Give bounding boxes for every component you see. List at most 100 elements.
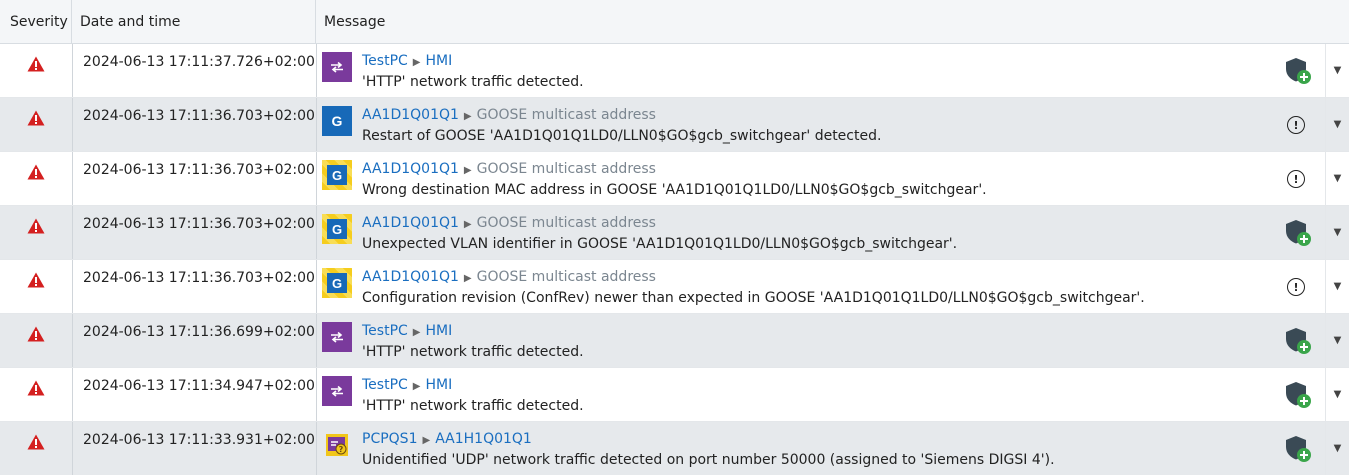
info-circle-icon[interactable]: ! xyxy=(1287,170,1305,188)
shield-add-icon[interactable] xyxy=(1283,218,1313,248)
shield-add-icon[interactable] xyxy=(1283,380,1313,410)
source-link[interactable]: TestPC xyxy=(362,53,408,69)
table-row[interactable]: 2024-06-13 17:11:36.699+02:00 TestPC ▶ HMI… xyxy=(0,314,1349,368)
column-header-message[interactable]: Message xyxy=(316,0,1349,43)
goose-warning-icon: G xyxy=(322,214,352,244)
source-link[interactable]: AA1D1Q01Q1 xyxy=(362,107,459,123)
expand-row-button[interactable]: ▼ xyxy=(1325,314,1349,367)
destination-link[interactable]: HMI xyxy=(426,377,453,393)
expand-row-button[interactable]: ▼ xyxy=(1325,44,1349,97)
severity-cell xyxy=(0,260,72,313)
message-text: 'HTTP' network traffic detected. xyxy=(362,398,584,414)
connection-path: AA1D1Q01Q1 ▶ GOOSE multicast address xyxy=(362,268,1145,288)
table-body: 2024-06-13 17:11:37.726+02:00 TestPC ▶ HMI… xyxy=(0,44,1349,475)
message-cell: G AA1D1Q01Q1 ▶ GOOSE multicast address Wro… xyxy=(316,152,1349,205)
right-triangle-icon: ▶ xyxy=(463,273,472,284)
connection-path: TestPC ▶ HMI xyxy=(362,376,584,396)
source-link[interactable]: AA1D1Q01Q1 xyxy=(362,161,459,177)
destination-link[interactable]: HMI xyxy=(426,323,453,339)
message-texts: TestPC ▶ HMI 'HTTP' network traffic detect… xyxy=(362,368,584,421)
table-header: Severity Date and time Message xyxy=(0,0,1349,44)
info-circle-icon[interactable]: ! xyxy=(1287,116,1305,134)
event-log-table: Severity Date and time Message 2024-06-1… xyxy=(0,0,1349,475)
chevron-down-icon: ▼ xyxy=(1333,443,1342,454)
connection-path: PCPQS1 ▶ AA1H1Q01Q1 xyxy=(362,430,1055,450)
message-cell: G AA1D1Q01Q1 ▶ GOOSE multicast address Res… xyxy=(316,98,1349,151)
chevron-down-icon: ▼ xyxy=(1333,173,1342,184)
destination-link: GOOSE multicast address xyxy=(476,215,656,231)
right-triangle-icon: ▶ xyxy=(463,219,472,230)
source-link[interactable]: TestPC xyxy=(362,323,408,339)
timestamp-cell: 2024-06-13 17:11:36.703+02:00 xyxy=(72,98,316,151)
connection-path: TestPC ▶ HMI xyxy=(362,322,584,342)
column-header-severity[interactable]: Severity xyxy=(0,0,72,43)
chevron-down-icon: ▼ xyxy=(1333,281,1342,292)
severity-cell xyxy=(0,422,72,475)
table-row[interactable]: 2024-06-13 17:11:33.931+02:00 ? PCPQS1 ▶ A… xyxy=(0,422,1349,475)
severity-cell xyxy=(0,314,72,367)
message-cell: ? PCPQS1 ▶ AA1H1Q01Q1 Unidentified 'UDP' n… xyxy=(316,422,1349,475)
message-text: Wrong destination MAC address in GOOSE '… xyxy=(362,182,987,198)
message-cell: G AA1D1Q01Q1 ▶ GOOSE multicast address Con… xyxy=(316,260,1349,313)
table-row[interactable]: 2024-06-13 17:11:36.703+02:00 G AA1D1Q01… xyxy=(0,206,1349,260)
source-link[interactable]: AA1D1Q01Q1 xyxy=(362,269,459,285)
expand-row-button[interactable]: ▼ xyxy=(1325,260,1349,313)
table-row[interactable]: 2024-06-13 17:11:36.703+02:00 G AA1D1Q01… xyxy=(0,260,1349,314)
right-triangle-icon: ▶ xyxy=(422,435,431,446)
message-texts: AA1D1Q01Q1 ▶ GOOSE multicast address Wrong… xyxy=(362,152,987,205)
destination-link: GOOSE multicast address xyxy=(476,269,656,285)
chevron-down-icon: ▼ xyxy=(1333,389,1342,400)
source-link[interactable]: AA1D1Q01Q1 xyxy=(362,215,459,231)
svg-text:?: ? xyxy=(339,445,344,454)
message-cell: TestPC ▶ HMI 'HTTP' network traffic detect… xyxy=(316,368,1349,421)
severity-cell xyxy=(0,44,72,97)
warning-triangle-icon xyxy=(27,434,45,475)
column-header-date-time[interactable]: Date and time xyxy=(72,0,316,43)
right-triangle-icon: ▶ xyxy=(412,327,421,338)
message-texts: AA1D1Q01Q1 ▶ GOOSE multicast address Confi… xyxy=(362,260,1145,313)
right-triangle-icon: ▶ xyxy=(463,165,472,176)
source-link[interactable]: TestPC xyxy=(362,377,408,393)
table-row[interactable]: 2024-06-13 17:11:36.703+02:00 G AA1D1Q01… xyxy=(0,152,1349,206)
warning-triangle-icon xyxy=(27,56,45,97)
warning-triangle-icon xyxy=(27,164,45,205)
goose-icon: G xyxy=(322,106,352,136)
table-row[interactable]: 2024-06-13 17:11:37.726+02:00 TestPC ▶ HMI… xyxy=(0,44,1349,98)
right-triangle-icon: ▶ xyxy=(463,111,472,122)
chevron-down-icon: ▼ xyxy=(1333,227,1342,238)
table-row[interactable]: 2024-06-13 17:11:36.703+02:00 G AA1D1Q01… xyxy=(0,98,1349,152)
info-circle-icon[interactable]: ! xyxy=(1287,278,1305,296)
shield-add-icon[interactable] xyxy=(1283,326,1313,356)
warning-triangle-icon xyxy=(27,272,45,313)
connection-path: AA1D1Q01Q1 ▶ GOOSE multicast address xyxy=(362,160,987,180)
shield-add-icon[interactable] xyxy=(1283,434,1313,464)
chevron-down-icon: ▼ xyxy=(1333,65,1342,76)
goose-icon-label: G xyxy=(331,113,343,129)
source-link[interactable]: PCPQS1 xyxy=(362,431,417,447)
message-texts: AA1D1Q01Q1 ▶ GOOSE multicast address Resta… xyxy=(362,98,881,151)
expand-row-button[interactable]: ▼ xyxy=(1325,422,1349,475)
message-cell: TestPC ▶ HMI 'HTTP' network traffic detect… xyxy=(316,44,1349,97)
severity-cell xyxy=(0,98,72,151)
goose-icon-label: G xyxy=(327,219,347,239)
expand-row-button[interactable]: ▼ xyxy=(1325,152,1349,205)
destination-link[interactable]: AA1H1Q01Q1 xyxy=(435,431,532,447)
timestamp-cell: 2024-06-13 17:11:34.947+02:00 xyxy=(72,368,316,421)
shield-add-icon[interactable] xyxy=(1283,56,1313,86)
http-traffic-icon xyxy=(322,322,352,352)
destination-link[interactable]: HMI xyxy=(426,53,453,69)
expand-row-button[interactable]: ▼ xyxy=(1325,98,1349,151)
warning-triangle-icon xyxy=(27,326,45,367)
timestamp-cell: 2024-06-13 17:11:36.699+02:00 xyxy=(72,314,316,367)
expand-row-button[interactable]: ▼ xyxy=(1325,206,1349,259)
destination-link: GOOSE multicast address xyxy=(476,107,656,123)
message-texts: AA1D1Q01Q1 ▶ GOOSE multicast address Unexp… xyxy=(362,206,957,259)
http-traffic-icon xyxy=(322,376,352,406)
expand-row-button[interactable]: ▼ xyxy=(1325,368,1349,421)
timestamp-cell: 2024-06-13 17:11:36.703+02:00 xyxy=(72,260,316,313)
timestamp-cell: 2024-06-13 17:11:36.703+02:00 xyxy=(72,152,316,205)
timestamp-cell: 2024-06-13 17:11:33.931+02:00 xyxy=(72,422,316,475)
table-row[interactable]: 2024-06-13 17:11:34.947+02:00 TestPC ▶ HMI… xyxy=(0,368,1349,422)
warning-triangle-icon xyxy=(27,380,45,421)
message-text: Configuration revision (ConfRev) newer t… xyxy=(362,290,1145,306)
